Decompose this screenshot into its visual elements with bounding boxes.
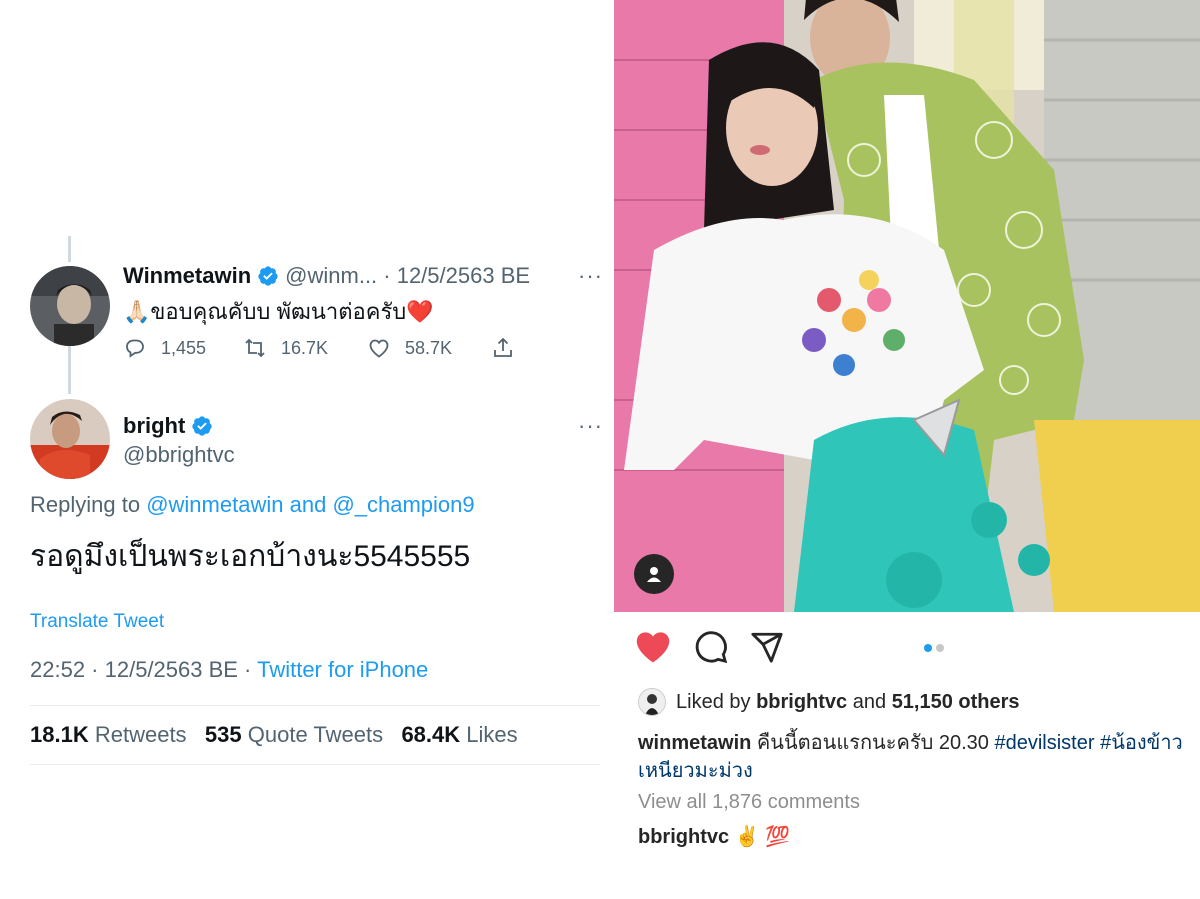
caption-text: คืนนี้ตอนแรกนะครับ 20.30 [756,732,989,754]
more-icon[interactable]: ··· [578,413,603,439]
twitter-panel: Winmetawin @winm... · 12/5/2563 BE ··· 🙏… [0,0,614,899]
tweet-source-link[interactable]: Twitter for iPhone [257,657,428,682]
tweet2-handle[interactable]: @bbrightvc [123,442,235,468]
post-photo[interactable] [614,0,1200,612]
retweet-button[interactable]: 16.7K [243,336,367,360]
tweet1-header: Winmetawin @winm... · 12/5/2563 BE [123,263,530,289]
tweet1-author-name[interactable]: Winmetawin [123,263,251,289]
bright-avatar[interactable] [30,399,110,479]
comment-icon[interactable] [694,630,728,664]
instagram-panel: Liked by bbrightvc and 51,150 others win… [614,0,1200,899]
send-icon[interactable] [750,630,784,664]
liked-by[interactable]: Liked by bbrightvc and 51,150 others [638,688,1020,716]
liked-by-avatar [638,688,666,716]
comment-item: bbrightvc ✌️ 💯 [638,824,790,849]
divider [30,705,600,706]
replying-and[interactable]: and [290,492,327,517]
thread-line-connector [68,346,71,394]
share-button[interactable] [491,336,529,360]
comment-text: ✌️ 💯 [734,826,791,848]
verified-badge-icon [191,415,213,437]
thread-line-top [68,236,71,262]
post-action-bar [634,630,806,664]
carousel-dot-active [924,644,932,652]
tweet2-timestamp: 22:52 · 12/5/2563 BE · Twitter for iPhon… [30,657,428,683]
retweet-count: 16.7K [281,337,329,358]
verified-badge-icon [257,265,279,287]
retweet-icon [245,338,265,358]
mention-link[interactable]: @_champion9 [332,492,474,517]
likes-stat[interactable]: 68.4K Likes [401,722,517,747]
reply-icon [126,339,144,358]
retweets-stat[interactable]: 18.1K Retweets [30,722,187,747]
translate-tweet-link[interactable]: Translate Tweet [30,611,164,633]
liked-prefix: Liked by [676,690,751,713]
tweet1-handle-date[interactable]: @winm... · 12/5/2563 BE [285,263,530,289]
replying-prefix: Replying to [30,492,141,517]
divider [30,764,600,765]
user-tag-icon[interactable] [634,554,674,594]
comment-username[interactable]: bbrightvc [638,826,729,848]
tweet2-header: bright [123,413,213,439]
liked-others[interactable]: 51,150 others [892,691,1020,713]
tweet2-text: รอดูมึงเป็นพระเอกบ้างนะ5545555 [30,540,471,573]
reply-button[interactable]: 1,455 [123,336,243,360]
view-all-comments-link[interactable]: View all 1,876 comments [638,791,860,814]
more-icon[interactable]: ··· [578,263,603,289]
replying-to: Replying to @winmetawin and @_champion9 [30,492,475,518]
tweet1-actions: 1,455 16.7K 58.7K [123,336,529,360]
like-count: 58.7K [405,337,453,358]
hashtag-link[interactable]: #devilsister [994,732,1094,754]
carousel-indicator [924,644,948,652]
like-button[interactable]: 58.7K [367,336,491,360]
share-icon [494,337,512,357]
tweet2-author-name[interactable]: bright [123,413,185,439]
like-icon [369,339,389,358]
winmetawin-avatar[interactable] [30,266,110,346]
tweet1-text: 🙏🏻ขอบคุณคับบ พัฒนาต่อครับ❤️ [123,299,434,324]
liked-and: and [852,690,887,713]
quote-tweets-stat[interactable]: 535 Quote Tweets [205,722,383,747]
reply-count: 1,455 [161,337,207,358]
caption-username[interactable]: winmetawin [638,732,751,754]
tweet2-stats: 18.1K Retweets 535 Quote Tweets 68.4K Li… [30,722,518,748]
carousel-dot [936,644,944,652]
liked-user[interactable]: bbrightvc [756,691,847,713]
tweet2-time-date[interactable]: 22:52 · 12/5/2563 BE · [30,657,251,682]
post-caption: winmetawin คืนนี้ตอนแรกนะครับ 20.30 #dev… [638,729,1198,785]
mention-link[interactable]: @winmetawin [146,492,283,517]
heart-filled-icon[interactable] [634,630,672,664]
